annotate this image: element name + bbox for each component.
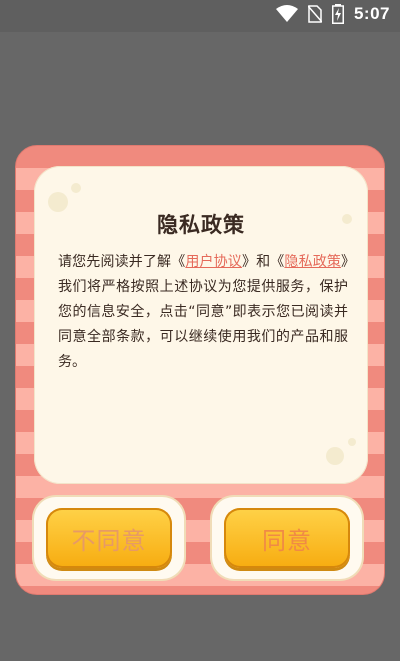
agree-button-frame: 同意 — [212, 497, 362, 579]
policy-text-after: 》我们将严格按照上述协议为您提供服务，保护您的信息安全，点击“同意”即表示您已阅… — [58, 254, 349, 370]
policy-body-text: 请您先阅读并了解《用户协议》和《隐私政策》我们将严格按照上述协议为您提供服务，保… — [58, 250, 348, 375]
privacy-policy-link[interactable]: 隐私政策 — [284, 254, 341, 270]
status-icons: 5:07 — [275, 4, 390, 24]
status-bar: 5:07 — [0, 0, 400, 32]
status-time: 5:07 — [353, 4, 390, 23]
disagree-button[interactable]: 不同意 — [46, 508, 172, 568]
dialog-title: 隐私政策 — [157, 213, 245, 237]
agree-button[interactable]: 同意 — [224, 508, 350, 568]
decor-bubble — [71, 183, 81, 193]
policy-text-before: 请您先阅读并了解《 — [58, 254, 186, 270]
privacy-policy-dialog: 隐私政策 请您先阅读并了解《用户协议》和《隐私政策》我们将严格按照上述协议为您提… — [15, 145, 385, 595]
user-agreement-link[interactable]: 用户协议 — [185, 254, 242, 270]
policy-card: 隐私政策 请您先阅读并了解《用户协议》和《隐私政策》我们将严格按照上述协议为您提… — [34, 166, 368, 484]
policy-text-between: 》和《 — [241, 254, 285, 270]
wifi-icon — [275, 5, 298, 22]
no-sim-icon — [307, 5, 322, 23]
decor-bubble — [326, 447, 344, 465]
disagree-button-frame: 不同意 — [34, 497, 184, 579]
battery-charging-icon — [331, 4, 344, 24]
decor-bubble — [348, 438, 356, 446]
